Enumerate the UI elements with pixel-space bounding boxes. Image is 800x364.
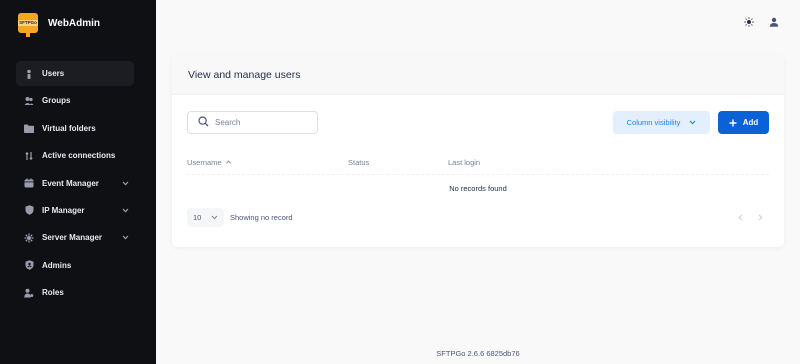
- column-header-last-login[interactable]: Last login: [448, 149, 480, 175]
- search-input[interactable]: [215, 118, 310, 127]
- column-header-status[interactable]: Status: [348, 149, 369, 175]
- chevron-down-icon: [120, 205, 130, 215]
- column-visibility-button[interactable]: Column visibility: [613, 111, 710, 134]
- user-menu-button[interactable]: [768, 17, 780, 29]
- sidebar-item-label: Server Manager: [42, 233, 103, 243]
- column-header-label: Last login: [448, 157, 481, 167]
- sidebar-item-label: Event Manager: [42, 178, 99, 188]
- column-header-username[interactable]: Username: [187, 149, 231, 175]
- sidebar-item-active-connections[interactable]: Active connections: [16, 143, 134, 168]
- connections-icon: [24, 151, 34, 161]
- sidebar-item-virtual-folders[interactable]: Virtual folders: [16, 116, 134, 141]
- sidebar: SFTPGo WebAdmin Users Groups Virtual fol…: [0, 0, 156, 364]
- theme-toggle-button[interactable]: [743, 17, 755, 29]
- sidebar-item-admins[interactable]: Admins: [16, 253, 134, 278]
- next-page-button[interactable]: [755, 212, 765, 222]
- page-size-select[interactable]: 10: [187, 208, 224, 227]
- sidebar-item-server-manager[interactable]: Server Manager: [16, 225, 134, 250]
- chevron-down-icon: [210, 213, 218, 221]
- chevron-down-icon: [120, 233, 130, 243]
- users-card: View and manage users Column visibility …: [172, 55, 784, 247]
- chevron-down-icon: [689, 120, 696, 125]
- calendar-icon: [24, 178, 34, 188]
- sidebar-item-label: Users: [42, 69, 65, 78]
- sidebar-item-label: Groups: [42, 96, 71, 106]
- sidebar-item-event-manager[interactable]: Event Manager: [16, 171, 134, 196]
- sidebar-item-roles[interactable]: Roles: [16, 280, 134, 305]
- sidebar-item-users[interactable]: Users: [16, 61, 134, 86]
- brand-title: WebAdmin: [48, 17, 101, 29]
- footer-version: SFTPGo 2.6.6 6825db76: [436, 349, 520, 358]
- sort-asc-icon: [225, 160, 231, 164]
- column-header-label: Status: [348, 157, 370, 167]
- table-header: Username Status Last login: [187, 149, 769, 175]
- add-user-button[interactable]: Add: [718, 111, 769, 134]
- pagination-info: Showing no record: [230, 213, 293, 222]
- sidebar-item-label: Active connections: [42, 151, 116, 161]
- card-header: View and manage users: [172, 55, 784, 95]
- sidebar-menu: Users Groups Virtual folders Active conn…: [16, 61, 134, 308]
- chevron-down-icon: [120, 178, 130, 188]
- page-title: View and manage users: [188, 68, 301, 81]
- empty-table-message: No records found: [449, 184, 507, 193]
- search-icon: [198, 114, 209, 132]
- plus-icon: [729, 119, 737, 127]
- user-menu-icon: [769, 14, 779, 32]
- search-box[interactable]: [187, 111, 318, 134]
- chevron-left-icon: [737, 208, 743, 226]
- user-icon: [24, 69, 34, 79]
- chevron-right-icon: [758, 208, 763, 226]
- brand[interactable]: SFTPGo WebAdmin: [18, 12, 101, 37]
- logo-text: SFTPGo: [18, 20, 38, 26]
- sidebar-item-label: Virtual folders: [42, 123, 96, 133]
- add-label: Add: [742, 118, 759, 127]
- server-icon: [24, 233, 34, 243]
- column-visibility-label: Column visibility: [626, 118, 681, 127]
- sun-icon: [744, 14, 754, 32]
- sidebar-item-groups[interactable]: Groups: [16, 88, 134, 113]
- folder-icon: [24, 123, 34, 133]
- page-size-value: 10: [193, 213, 202, 222]
- sidebar-item-label: Admins: [42, 260, 72, 270]
- admin-shield-icon: [24, 260, 34, 271]
- sftpgo-logo: SFTPGo: [18, 13, 38, 37]
- shield-icon: [24, 205, 34, 216]
- groups-icon: [24, 96, 34, 106]
- roles-icon: [24, 288, 34, 298]
- sidebar-item-label: Roles: [42, 288, 64, 298]
- previous-page-button[interactable]: [735, 212, 745, 222]
- column-header-label: Username: [187, 157, 222, 167]
- sidebar-item-ip-manager[interactable]: IP Manager: [16, 198, 134, 223]
- sidebar-item-label: IP Manager: [42, 205, 85, 215]
